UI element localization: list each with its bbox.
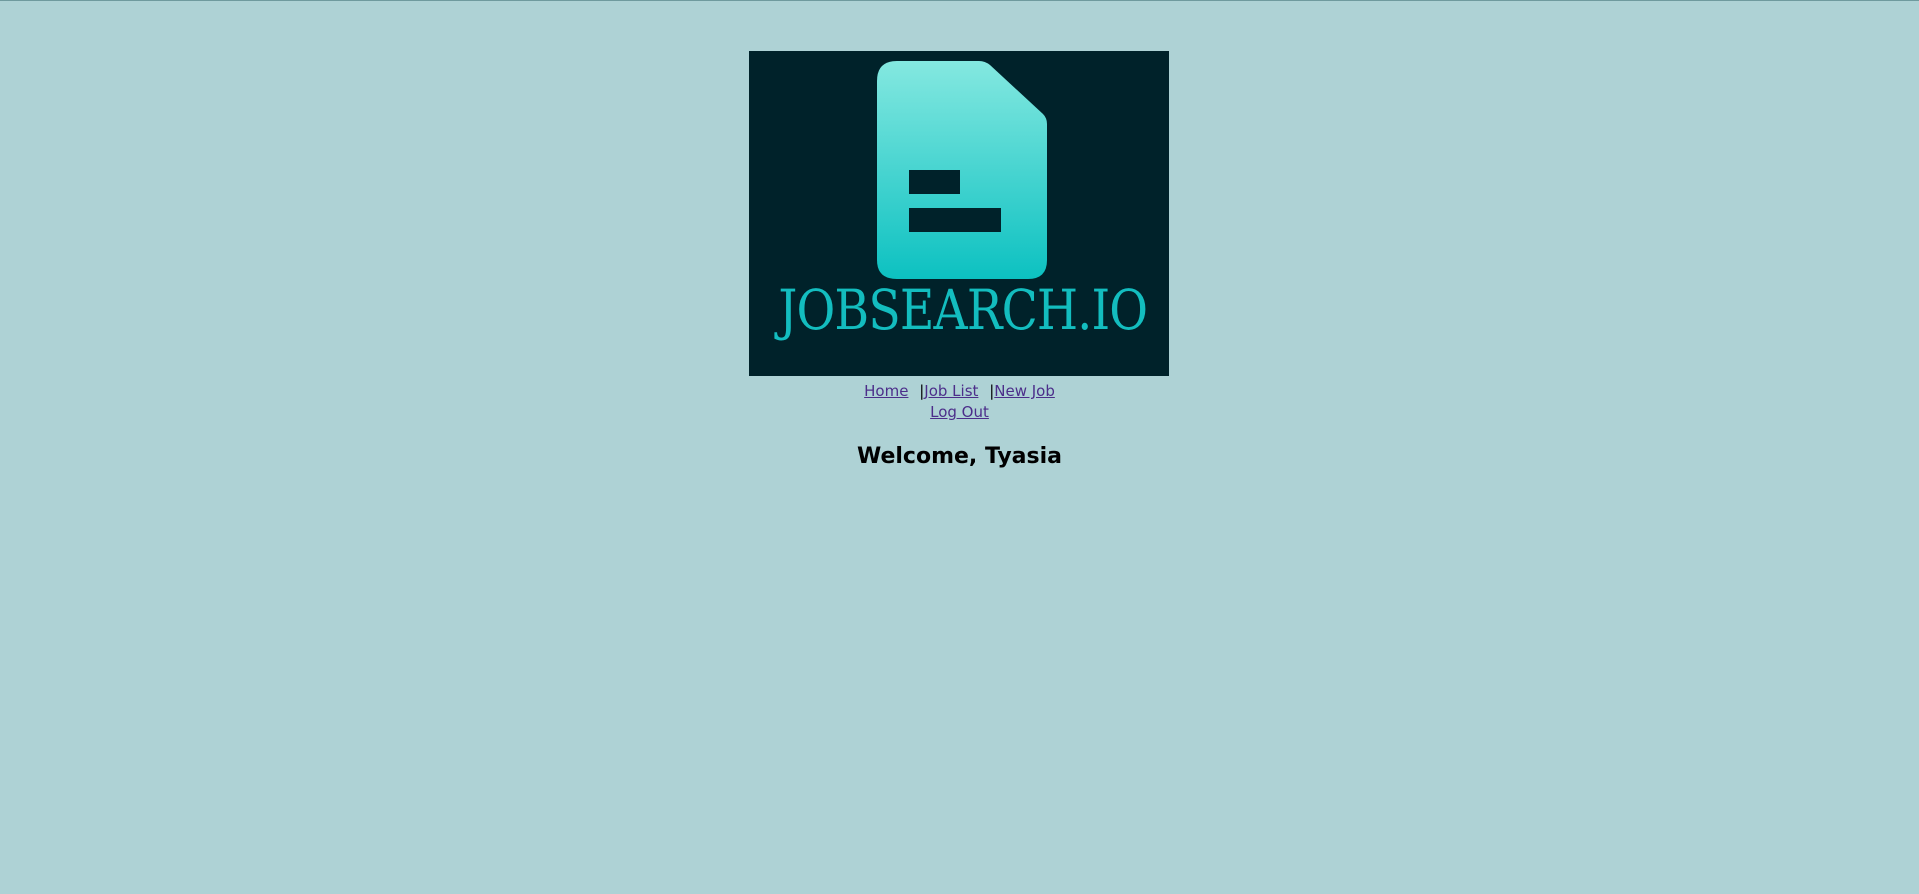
nav-link-log-out[interactable]: Log Out <box>930 403 989 421</box>
nav-row-2: Log Out <box>0 402 1919 423</box>
nav-row-1: Home |Job List |New Job <box>0 381 1919 402</box>
nav-link-home[interactable]: Home <box>864 382 908 400</box>
page: JOBSEARCH.IO Home |Job List |New Job Log… <box>0 1 1919 894</box>
nav-link-new-job[interactable]: New Job <box>994 382 1055 400</box>
site-logo: JOBSEARCH.IO <box>749 51 1169 376</box>
logo-text: JOBSEARCH.IO <box>778 278 1148 342</box>
nav-link-job-list[interactable]: Job List <box>924 382 978 400</box>
welcome-heading: Welcome, Tyasia <box>856 444 1063 469</box>
main-nav: Home |Job List |New Job Log Out <box>0 381 1919 423</box>
